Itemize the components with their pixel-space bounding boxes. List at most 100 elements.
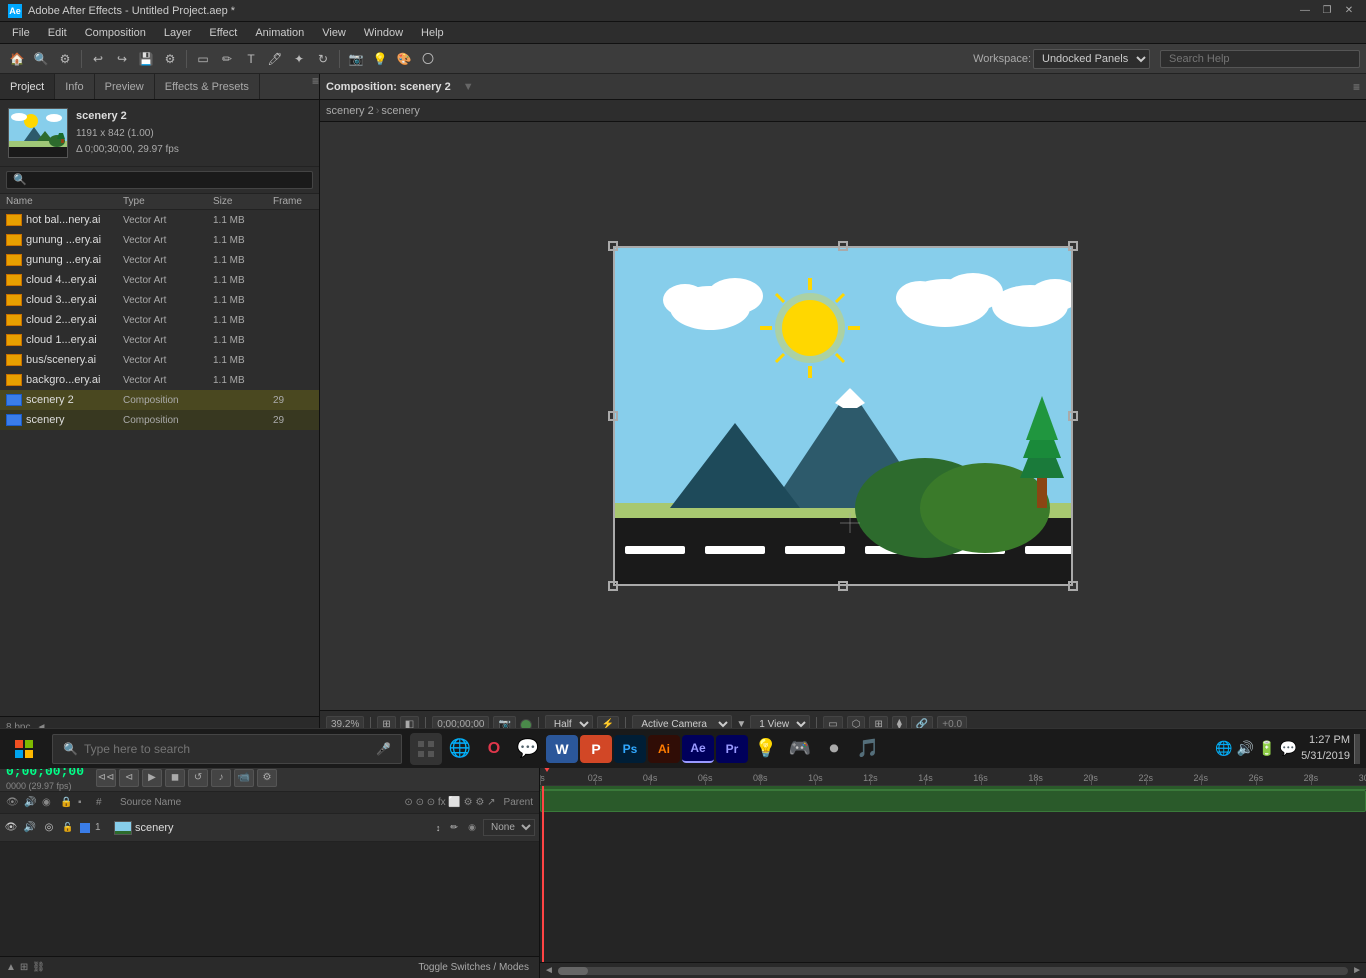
handle-top-right[interactable] xyxy=(1068,241,1078,251)
menu-effect[interactable]: Effect xyxy=(201,25,245,41)
preview-video[interactable]: 📹 xyxy=(234,769,254,787)
list-item[interactable]: hot bal...nery.ai Vector Art 1.1 MB xyxy=(0,210,319,230)
taskbar-mic-icon[interactable]: 🎤 xyxy=(376,742,391,756)
list-item[interactable]: bus/scenery.ai Vector Art 1.1 MB xyxy=(0,350,319,370)
taskbar-app-ps[interactable]: Ps xyxy=(614,735,646,763)
taskbar-app-ai[interactable]: Ai xyxy=(648,735,680,763)
toolbar-btn-fill[interactable]: 🎨 xyxy=(393,48,415,70)
taskbar-app-grid[interactable] xyxy=(410,733,442,765)
taskbar-clock[interactable]: 1:27 PM 5/31/2019 xyxy=(1301,733,1350,764)
scroll-left-btn[interactable]: ◄ xyxy=(544,965,554,976)
taskbar-app-opera[interactable]: O xyxy=(478,733,510,765)
list-item[interactable]: cloud 3...ery.ai Vector Art 1.1 MB xyxy=(0,290,319,310)
scroll-right-btn[interactable]: ► xyxy=(1352,965,1362,976)
scroll-thumb[interactable] xyxy=(558,967,588,975)
toolbar-btn-light[interactable]: 💡 xyxy=(369,48,391,70)
list-item[interactable]: cloud 4...ery.ai Vector Art 1.1 MB xyxy=(0,270,319,290)
toolbar-btn-text[interactable]: T xyxy=(240,48,262,70)
tab-preview[interactable]: Preview xyxy=(95,74,155,99)
toolbar-btn-cam[interactable]: 📷 xyxy=(345,48,367,70)
composition-viewer[interactable] xyxy=(320,122,1366,710)
toolbar-btn-rotate[interactable]: ↻ xyxy=(312,48,334,70)
toggle-switches[interactable]: Toggle Switches / Modes xyxy=(414,960,533,975)
handle-bottom-mid[interactable] xyxy=(838,581,848,591)
solo-icon[interactable]: ◎ xyxy=(42,821,56,835)
handle-top-mid[interactable] xyxy=(838,241,848,251)
preview-opts[interactable]: ⚙ xyxy=(257,769,277,787)
workspace-dropdown[interactable]: Undocked Panels xyxy=(1033,49,1150,69)
handle-mid-right[interactable] xyxy=(1068,411,1078,421)
audio-icon[interactable]: 🔊 xyxy=(23,821,37,835)
handle-top-left[interactable] xyxy=(608,241,618,251)
toolbar-btn-undo[interactable]: ↩ xyxy=(87,48,109,70)
tab-info[interactable]: Info xyxy=(55,74,94,99)
taskbar-action-center[interactable]: 💬 xyxy=(1280,740,1297,757)
chain-icon[interactable]: ⛓ xyxy=(32,962,45,973)
list-item-scenery2[interactable]: scenery 2 Composition 29 xyxy=(0,390,319,410)
handle-mid-left[interactable] xyxy=(608,411,618,421)
scroll-track[interactable] xyxy=(558,967,1348,975)
title-bar-controls[interactable]: — ❐ ✕ xyxy=(1296,4,1358,18)
tab-project[interactable]: Project xyxy=(0,74,55,99)
layer-switch-2[interactable]: ✏ xyxy=(447,821,461,835)
close-button[interactable]: ✕ xyxy=(1340,4,1358,18)
panel-options-icon[interactable]: ≡ xyxy=(312,74,319,99)
toolbar-btn-save[interactable]: 💾 xyxy=(135,48,157,70)
taskbar-app-word[interactable]: W xyxy=(546,735,578,763)
taskbar-app-chrome[interactable]: 🌐 xyxy=(444,733,476,765)
toolbar-btn-pen2[interactable]: 🖊 xyxy=(264,48,286,70)
preview-loop[interactable]: ↺ xyxy=(188,769,208,787)
toolbar-btn-redo[interactable]: ↪ xyxy=(111,48,133,70)
breadcrumb-scenery[interactable]: scenery xyxy=(381,105,420,117)
menu-composition[interactable]: Composition xyxy=(77,25,154,41)
minimize-button[interactable]: — xyxy=(1296,4,1314,18)
expand-icon[interactable]: ▲ xyxy=(6,962,16,973)
menu-view[interactable]: View xyxy=(314,25,354,41)
project-search-input[interactable] xyxy=(6,171,313,189)
list-item-scenery[interactable]: scenery Composition 29 xyxy=(0,410,319,430)
taskbar-battery-icon[interactable]: 🔋 xyxy=(1258,740,1275,757)
scenery-track-bar[interactable] xyxy=(540,790,1366,812)
taskbar-show-desktop[interactable] xyxy=(1354,734,1360,764)
menu-file[interactable]: File xyxy=(4,25,38,41)
taskbar-network-icon[interactable]: 🌐 xyxy=(1215,740,1232,757)
toolbar-btn-home[interactable]: 🏠 xyxy=(6,48,28,70)
taskbar-app-ae[interactable]: Ae xyxy=(682,735,714,763)
toolbar-btn-rect[interactable]: ▭ xyxy=(192,48,214,70)
taskbar-app-bulb[interactable]: 💡 xyxy=(750,733,782,765)
lock-icon[interactable]: 🔓 xyxy=(61,821,75,835)
handle-bottom-right[interactable] xyxy=(1068,581,1078,591)
taskbar-app-discord[interactable]: 💬 xyxy=(512,733,544,765)
list-item[interactable]: gunung ...ery.ai Vector Art 1.1 MB xyxy=(0,230,319,250)
layer-row[interactable]: 👁 🔊 ◎ 🔓 1 scenery ↕ ✏ ◉ None xyxy=(0,814,539,842)
menu-window[interactable]: Window xyxy=(356,25,411,41)
maximize-button[interactable]: ❐ xyxy=(1318,4,1336,18)
preview-audio[interactable]: ♪ xyxy=(211,769,231,787)
list-item[interactable]: gunung ...ery.ai Vector Art 1.1 MB xyxy=(0,250,319,270)
visibility-icon[interactable]: 👁 xyxy=(4,821,18,835)
layer-name[interactable]: scenery xyxy=(135,822,428,834)
toolbar-btn-pen[interactable]: ✏ xyxy=(216,48,238,70)
menu-animation[interactable]: Animation xyxy=(247,25,312,41)
list-item[interactable]: backgro...ery.ai Vector Art 1.1 MB xyxy=(0,370,319,390)
taskbar-start-button[interactable] xyxy=(0,729,48,769)
toolbar-btn-settings2[interactable]: ⚙ xyxy=(159,48,181,70)
comp-panel-options[interactable]: ≡ xyxy=(1353,80,1360,94)
toolbar-btn-stroke[interactable]: 〇 xyxy=(417,48,439,70)
taskbar-app-record[interactable]: ⏺ xyxy=(818,733,850,765)
preview-ctrl-2[interactable]: ⊲ xyxy=(119,769,139,787)
handle-bottom-left[interactable] xyxy=(608,581,618,591)
list-item[interactable]: cloud 2...ery.ai Vector Art 1.1 MB xyxy=(0,310,319,330)
toolbar-btn-anchor[interactable]: ✦ xyxy=(288,48,310,70)
taskbar-volume-icon[interactable]: 🔊 xyxy=(1237,740,1254,757)
preview-ctrl-1[interactable]: ⊲⊲ xyxy=(96,769,116,787)
search-help-input[interactable] xyxy=(1160,50,1360,68)
breadcrumb-scenery2[interactable]: scenery 2 xyxy=(326,105,374,117)
track-area[interactable] xyxy=(540,786,1366,962)
toolbar-btn-settings[interactable]: ⚙ xyxy=(54,48,76,70)
menu-edit[interactable]: Edit xyxy=(40,25,75,41)
menu-layer[interactable]: Layer xyxy=(156,25,200,41)
taskbar-search-input[interactable] xyxy=(84,742,370,756)
parent-select[interactable]: None xyxy=(483,819,535,836)
preview-stop[interactable]: ◼ xyxy=(165,769,185,787)
